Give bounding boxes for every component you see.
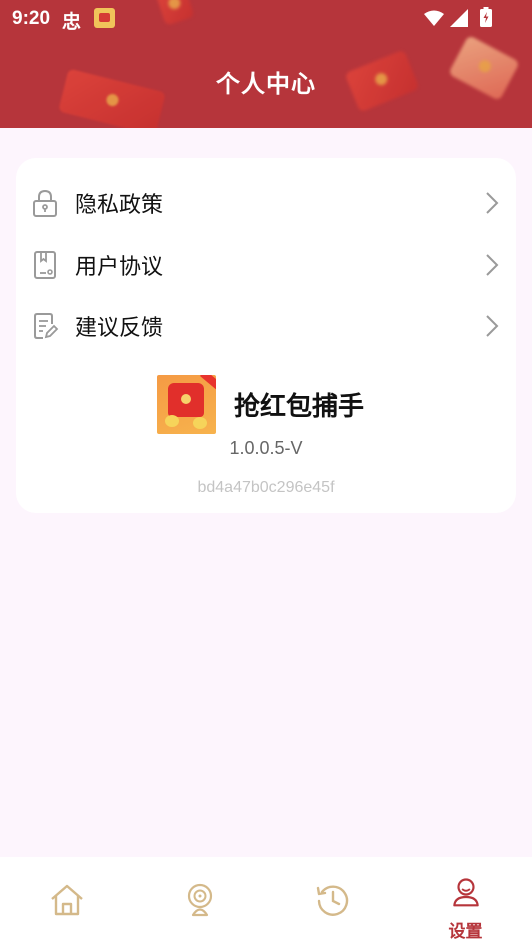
history-icon [316, 885, 348, 916]
user-icon [452, 878, 479, 907]
radar-icon [187, 883, 212, 917]
chevron-right-icon [486, 254, 499, 276]
nav-label-settings: 设置 [448, 922, 483, 942]
menu-item-user-agreement[interactable]: 用户协议 [16, 235, 516, 295]
lock-icon [33, 189, 57, 217]
header: 9:20 忠 个人中心 [0, 0, 532, 128]
wifi-icon [424, 10, 444, 26]
status-bar: 9:20 忠 [0, 0, 532, 36]
chevron-right-icon [486, 192, 499, 214]
nav-item-history[interactable] [266, 857, 399, 946]
chevron-right-icon [486, 315, 499, 337]
app-version: 1.0.0.5-V [229, 438, 303, 458]
app-build-id: bd4a47b0c296e45f [197, 479, 335, 496]
menu-item-label: 建议反馈 [75, 316, 164, 341]
bottom-nav: 设置 [0, 857, 532, 946]
carrier-glyph: 忠 [62, 12, 82, 33]
nav-item-settings[interactable]: 设置 [399, 857, 532, 946]
menu-item-label: 用户协议 [75, 255, 164, 280]
app-name: 抢红包捕手 [234, 392, 365, 422]
menu-item-label: 隐私政策 [75, 193, 164, 218]
signal-icon [450, 9, 468, 27]
nav-item-home[interactable] [0, 857, 133, 946]
menu-item-feedback[interactable]: 建议反馈 [16, 296, 516, 356]
edit-note-icon [34, 313, 59, 339]
page-title: 个人中心 [216, 70, 316, 98]
nav-item-radar[interactable] [133, 857, 266, 946]
home-icon [50, 884, 83, 916]
document-icon [34, 251, 56, 279]
menu-item-privacy-policy[interactable]: 隐私政策 [16, 173, 516, 233]
status-time: 9:20 [12, 8, 51, 29]
battery-icon [480, 7, 492, 27]
app-logo [157, 375, 216, 434]
app-notification-icon [94, 8, 115, 28]
settings-card: 隐私政策 用户协议 建议反馈 抢红包捕手 1.0.0.5-V bd4a47b0c… [16, 158, 516, 513]
